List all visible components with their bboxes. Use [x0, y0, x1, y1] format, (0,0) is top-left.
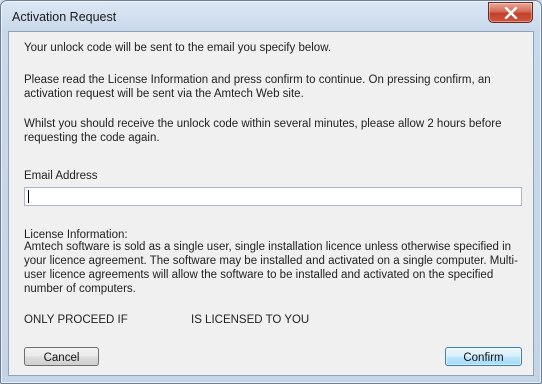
cancel-button[interactable]: Cancel: [24, 347, 99, 366]
activation-dialog: Activation Request Your unlock code will…: [0, 0, 542, 384]
title-bar[interactable]: Activation Request: [1, 1, 541, 31]
license-text: Amtech software is sold as a single user…: [24, 241, 518, 295]
intro-text-1: Your unlock code will be sent to the ema…: [24, 42, 332, 54]
intro-text-2: Please read the License Information and …: [24, 74, 491, 100]
email-field[interactable]: [24, 187, 522, 206]
close-button[interactable]: [488, 2, 533, 23]
dialog-body: Your unlock code will be sent to the ema…: [8, 31, 534, 376]
email-label: Email Address: [24, 170, 98, 182]
proceed-notice-prefix: ONLY PROCEED IF: [24, 314, 128, 326]
window-title: Activation Request: [12, 10, 117, 24]
close-icon: [504, 6, 517, 19]
intro-text-3: Whilst you should receive the unlock cod…: [24, 118, 502, 144]
text-caret: [28, 190, 29, 203]
proceed-notice-suffix: IS LICENSED TO YOU: [191, 314, 310, 326]
confirm-button[interactable]: Confirm: [445, 347, 522, 366]
